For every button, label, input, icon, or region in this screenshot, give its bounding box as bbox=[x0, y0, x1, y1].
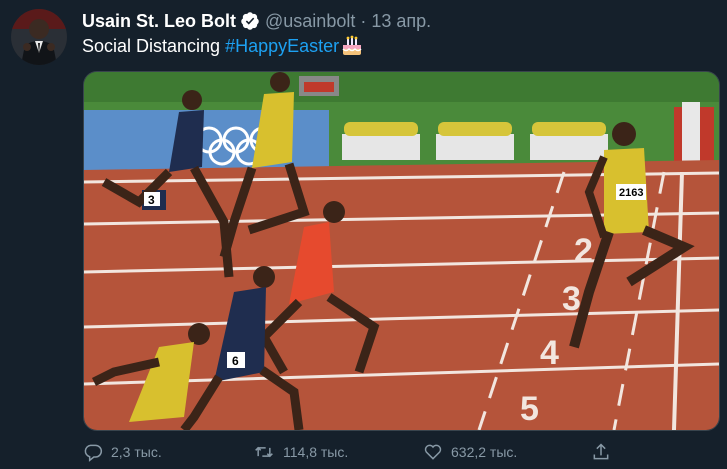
sprint-race-photo: 2 3 4 5 3 6 2163 bbox=[84, 72, 719, 430]
share-button[interactable] bbox=[591, 442, 619, 462]
separator-dot: · bbox=[360, 10, 367, 31]
retweet-icon bbox=[255, 446, 273, 458]
tweet: Usain St. Leo Bolt @usainbolt · 13 апр. … bbox=[0, 0, 727, 469]
tweet-date[interactable]: 13 апр. bbox=[371, 11, 431, 32]
share-icon bbox=[593, 443, 609, 460]
like-button[interactable]: 632,2 тыс. bbox=[423, 442, 517, 462]
reply-count: 2,3 тыс. bbox=[111, 444, 162, 460]
bib-3: 3 bbox=[148, 193, 155, 207]
bib-6: 6 bbox=[232, 354, 239, 368]
lane-number-3: 3 bbox=[562, 280, 581, 318]
reply-button[interactable]: 2,3 тыс. bbox=[83, 442, 162, 462]
lane-number-4: 4 bbox=[540, 334, 559, 372]
lane-number-2: 2 bbox=[574, 232, 593, 270]
hashtag-link[interactable]: #HappyEaster bbox=[225, 36, 339, 57]
verified-badge-icon bbox=[240, 11, 260, 31]
reply-icon bbox=[84, 444, 103, 462]
tweet-header: Usain St. Leo Bolt @usainbolt · 13 апр. bbox=[82, 9, 431, 33]
birthday-cake-emoji bbox=[341, 35, 363, 57]
tweet-photo[interactable]: 2 3 4 5 3 6 2163 bbox=[83, 71, 720, 431]
like-count: 632,2 тыс. bbox=[451, 444, 518, 460]
retweet-count: 114,8 тыс. bbox=[283, 444, 349, 460]
tweet-text: Social Distancing #HappyEaster bbox=[82, 35, 363, 57]
avatar-image bbox=[11, 9, 67, 65]
lane-number-5: 5 bbox=[520, 390, 539, 428]
author-handle[interactable]: @usainbolt bbox=[265, 11, 355, 32]
heart-icon bbox=[424, 444, 442, 460]
avatar[interactable] bbox=[11, 9, 67, 65]
tweet-actions: 2,3 тыс. 114,8 тыс. 632,2 тыс. bbox=[83, 442, 623, 466]
retweet-button[interactable]: 114,8 тыс. bbox=[253, 442, 348, 462]
bib-2163: 2163 bbox=[619, 187, 643, 199]
tweet-body-text: Social Distancing bbox=[82, 35, 221, 56]
author-display-name[interactable]: Usain St. Leo Bolt bbox=[82, 11, 236, 32]
